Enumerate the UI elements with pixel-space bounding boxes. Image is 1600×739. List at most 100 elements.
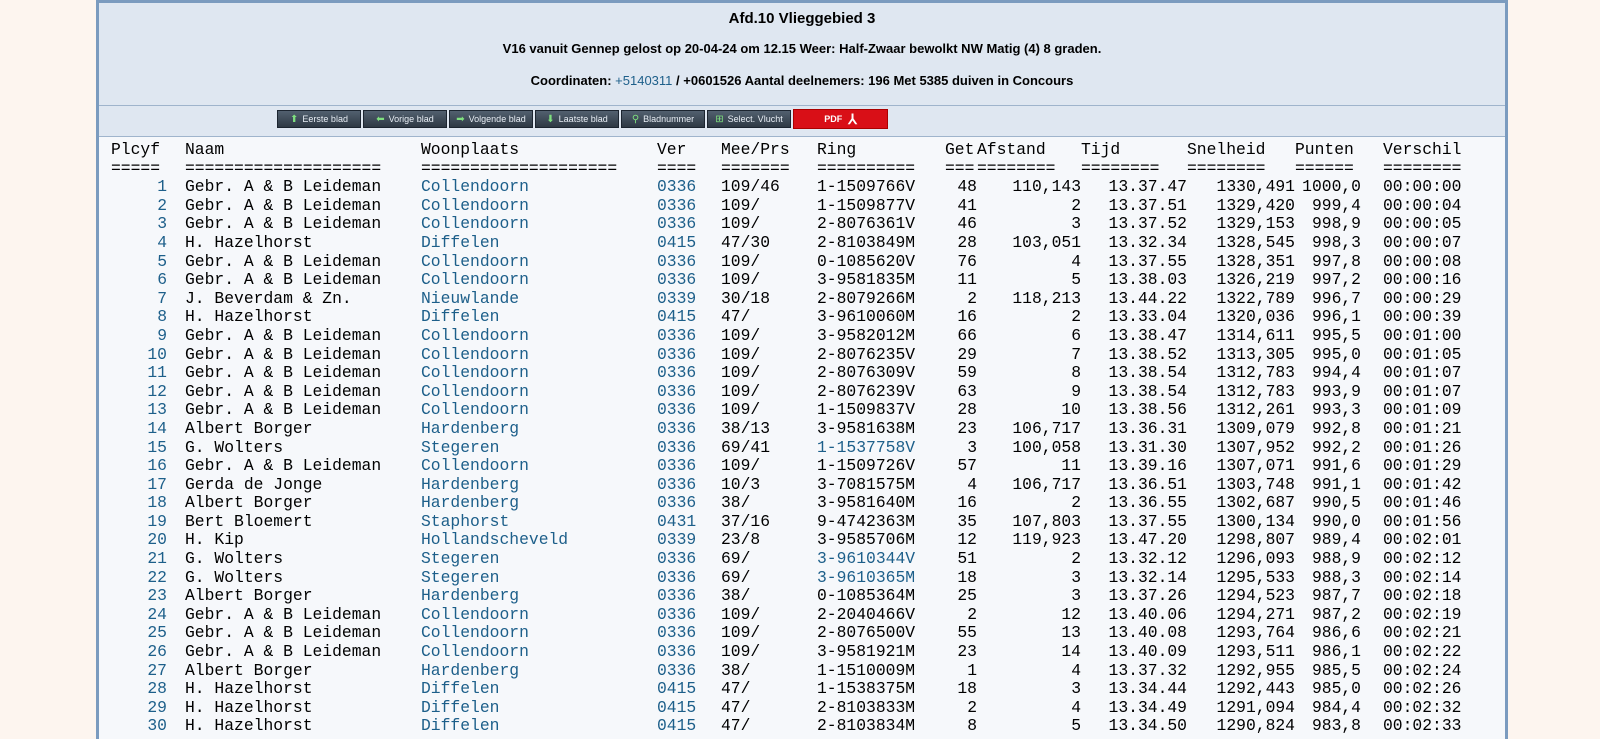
cell-woonplaats[interactable]: Collendoorn [421,252,657,272]
toolbar-button-laatste-blad[interactable]: ⬇ Laatste blad [535,110,619,128]
cell-plcyf[interactable]: 22 [111,568,167,588]
cell-plcyf[interactable]: 9 [111,326,167,346]
cell-plcyf[interactable]: 24 [111,605,167,625]
cell-ver[interactable]: 0336 [657,215,721,234]
cell-ver[interactable]: 0415 [657,308,721,327]
cell-ver[interactable]: 0336 [657,252,721,272]
cell-ver[interactable]: 0339 [657,289,721,309]
cell-plcyf[interactable]: 20 [111,531,167,550]
cell-plcyf[interactable]: 10 [111,345,167,365]
cell-plcyf[interactable]: 7 [111,289,167,309]
cell-plcyf[interactable]: 18 [111,494,167,513]
cell-woonplaats[interactable]: Diffelen [421,680,657,699]
cell-ver[interactable]: 0336 [657,196,721,216]
cell-ring[interactable]: 3-9610365M [817,568,945,588]
coord-lat-link[interactable]: +5140311 [615,73,672,88]
cell-woonplaats[interactable]: Collendoorn [421,364,657,383]
cell-woonplaats[interactable]: Collendoorn [421,456,657,476]
cell-plcyf[interactable]: 30 [111,717,167,736]
cell-ver[interactable]: 0415 [657,680,721,699]
cell-ver[interactable]: 0336 [657,605,721,625]
cell-plcyf[interactable]: 28 [111,680,167,699]
cell-woonplaats[interactable]: Hollandscheveld [421,531,657,550]
cell-plcyf[interactable]: 25 [111,624,167,643]
cell-plcyf[interactable]: 17 [111,475,167,495]
cell-ver[interactable]: 0339 [657,531,721,550]
cell-ver[interactable]: 0336 [657,475,721,495]
cell-ver[interactable]: 0336 [657,438,721,458]
cell-ver[interactable]: 0336 [657,345,721,365]
cell-woonplaats[interactable]: Diffelen [421,717,657,736]
cell-ver[interactable]: 0336 [657,401,721,420]
cell-woonplaats[interactable]: Diffelen [421,233,657,253]
cell-woonplaats[interactable]: Hardenberg [421,494,657,513]
toolbar-button-volgende-blad[interactable]: ➡ Volgende blad [449,110,533,128]
cell-woonplaats[interactable]: Collendoorn [421,178,657,197]
cell-woonplaats[interactable]: Collendoorn [421,345,657,365]
cell-woonplaats[interactable]: Collendoorn [421,271,657,290]
cell-ver[interactable]: 0415 [657,233,721,253]
cell-woonplaats[interactable]: Collendoorn [421,382,657,402]
cell-woonplaats[interactable]: Diffelen [421,308,657,327]
cell-woonplaats[interactable]: Nieuwlande [421,289,657,309]
cell-woonplaats[interactable]: Stegeren [421,438,657,458]
cell-plcyf[interactable]: 8 [111,308,167,327]
toolbar-button-vorige-blad[interactable]: ⬅ Vorige blad [363,110,447,128]
cell-plcyf[interactable]: 13 [111,401,167,420]
cell-woonplaats[interactable]: Hardenberg [421,661,657,681]
cell-woonplaats[interactable]: Collendoorn [421,624,657,643]
cell-ver[interactable]: 0336 [657,661,721,681]
cell-ver[interactable]: 0415 [657,717,721,736]
cell-woonplaats[interactable]: Hardenberg [421,587,657,606]
cell-ver[interactable]: 0336 [657,642,721,662]
cell-plcyf[interactable]: 12 [111,382,167,402]
cell-ver[interactable]: 0431 [657,512,721,532]
toolbar-button-eerste-blad[interactable]: ⬆ Eerste blad [277,110,361,128]
cell-ver[interactable]: 0336 [657,494,721,513]
cell-ver[interactable]: 0336 [657,419,721,439]
cell-ring[interactable]: 1-1537758V [817,438,945,458]
cell-woonplaats[interactable]: Collendoorn [421,326,657,346]
cell-plcyf[interactable]: 16 [111,456,167,476]
cell-plcyf[interactable]: 15 [111,438,167,458]
cell-plcyf[interactable]: 4 [111,233,167,253]
cell-plcyf[interactable]: 27 [111,661,167,681]
cell-ring[interactable]: 3-9610344V [817,549,945,569]
cell-plcyf[interactable]: 14 [111,419,167,439]
cell-woonplaats[interactable]: Collendoorn [421,642,657,662]
cell-ver[interactable]: 0336 [657,549,721,569]
cell-plcyf[interactable]: 19 [111,512,167,532]
toolbar-button-bladnummer[interactable]: ⚲ Bladnummer [621,110,705,128]
cell-woonplaats[interactable]: Hardenberg [421,475,657,495]
cell-ver[interactable]: 0336 [657,568,721,588]
cell-ver[interactable]: 0336 [657,271,721,290]
cell-ver[interactable]: 0415 [657,698,721,718]
cell-plcyf[interactable]: 6 [111,271,167,290]
cell-ver[interactable]: 0336 [657,364,721,383]
cell-woonplaats[interactable]: Collendoorn [421,196,657,216]
cell-woonplaats[interactable]: Diffelen [421,698,657,718]
cell-ver[interactable]: 0336 [657,587,721,606]
cell-plcyf[interactable]: 11 [111,364,167,383]
cell-woonplaats[interactable]: Collendoorn [421,401,657,420]
cell-ver[interactable]: 0336 [657,326,721,346]
toolbar-button-select-vlucht[interactable]: ⊞ Select. Vlucht [707,110,791,128]
cell-woonplaats[interactable]: Hardenberg [421,419,657,439]
cell-plcyf[interactable]: 5 [111,252,167,272]
cell-ver[interactable]: 0336 [657,382,721,402]
cell-woonplaats[interactable]: Stegeren [421,549,657,569]
cell-plcyf[interactable]: 2 [111,196,167,216]
cell-plcyf[interactable]: 3 [111,215,167,234]
cell-plcyf[interactable]: 21 [111,549,167,569]
cell-plcyf[interactable]: 23 [111,587,167,606]
cell-ver[interactable]: 0336 [657,178,721,197]
cell-woonplaats[interactable]: Collendoorn [421,215,657,234]
cell-plcyf[interactable]: 1 [111,178,167,197]
pdf-button[interactable]: PDF ⅄ [793,109,888,129]
cell-plcyf[interactable]: 29 [111,698,167,718]
cell-woonplaats[interactable]: Collendoorn [421,605,657,625]
cell-ver[interactable]: 0336 [657,456,721,476]
cell-plcyf[interactable]: 26 [111,642,167,662]
cell-woonplaats[interactable]: Stegeren [421,568,657,588]
cell-ver[interactable]: 0336 [657,624,721,643]
